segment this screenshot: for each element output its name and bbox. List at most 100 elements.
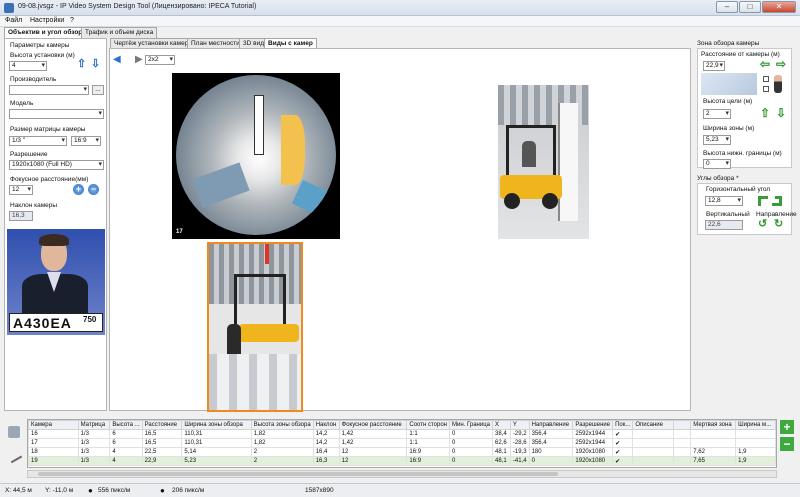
person-icon (774, 75, 782, 93)
table-cell: 7,62 (690, 447, 737, 457)
column-header[interactable]: Фокусное расстояние (338, 420, 408, 430)
table-cell: 38,4 (492, 429, 511, 439)
lower-bound-label: Высота нижн. границы (м) (703, 150, 782, 157)
maximize-button[interactable]: □ (739, 1, 761, 13)
table-cell (690, 429, 737, 439)
tab-traffic-disk[interactable]: Трафик и объем диска (81, 27, 158, 38)
forklift-camera-view-2[interactable] (207, 242, 303, 412)
angles-group: Горизонтальный угол 12,8 Вертикальный На… (697, 183, 797, 235)
target-height-label: Высота цели (м) (703, 98, 753, 105)
column-header[interactable] (673, 420, 692, 430)
layout-select[interactable]: 2x2 (145, 55, 175, 65)
rotate-left-icon[interactable]: ↺ (758, 218, 767, 230)
rotate-right-icon[interactable]: ↻ (774, 218, 783, 230)
column-header[interactable]: Высота зоны обзора (250, 420, 314, 430)
resolution-select[interactable]: 1920x1080 (Full HD) (9, 160, 104, 170)
column-header[interactable]: Мин. Граница (448, 420, 494, 430)
table-cell: -29,2 (509, 429, 530, 439)
table-cell: 16 (28, 429, 79, 439)
column-header[interactable]: Матрица (77, 420, 111, 430)
target-height-select[interactable]: 2 (703, 109, 731, 119)
arrow-down-icon[interactable]: ⇩ (91, 59, 100, 70)
vendor-select[interactable] (9, 85, 89, 95)
column-header[interactable]: Пок... (612, 420, 634, 430)
camera-params-title: Параметры камеры (10, 42, 70, 49)
table-cell: 62,6 (492, 438, 511, 448)
forklift-camera-view-1[interactable] (498, 85, 589, 239)
table-row[interactable]: 16 1/3 6 16,5 110,31 1,82 14,2 1,42 1:1 0 38,4 -29,… (28, 429, 776, 439)
zone-width-select[interactable]: 5,23 (703, 135, 731, 145)
aspect-select[interactable]: 16:9 (71, 136, 101, 146)
menu-bar: Файл Настройки ? (0, 16, 800, 27)
scrollbar-thumb[interactable] (38, 472, 558, 476)
arrow-left-icon[interactable]: ⇦ (760, 58, 770, 70)
wheel-shape-2 (542, 193, 558, 209)
arrow-up-icon[interactable]: ⇧ (77, 59, 86, 70)
blue-rack-shape-2 (291, 179, 331, 217)
status-bar: X: 44,5 м Y: -11,0 м ● 556 пикс/м ● 206 … (0, 483, 800, 497)
prev-arrow-icon[interactable]: ◀ (113, 54, 121, 65)
checkbox-1[interactable] (763, 76, 769, 82)
column-header[interactable]: Описание (632, 420, 675, 430)
arrow-up-icon[interactable]: ⇧ (760, 107, 770, 119)
license-plate: А430ЕА 750 (9, 313, 103, 332)
tab-lens-angle[interactable]: Объектив и угол обзора (4, 27, 90, 38)
column-header[interactable]: Ширина м... (735, 420, 776, 430)
table-cell (632, 429, 675, 439)
table-cell (673, 447, 692, 457)
table-cell: 180 (528, 447, 574, 457)
arrow-down-icon[interactable]: ⇩ (776, 107, 786, 119)
collapse-icon[interactable] (772, 196, 782, 206)
column-header[interactable]: X (492, 420, 511, 430)
column-header[interactable]: Ширина зоны обзора (181, 420, 252, 430)
table-cell: 1920x1080 (572, 447, 614, 457)
red-marker-shape (265, 244, 269, 264)
table-cell: ✔ (612, 438, 634, 448)
menu-help[interactable]: ? (70, 17, 74, 24)
pencil-icon[interactable] (5, 446, 23, 464)
sensor-select[interactable]: 1/3 " (9, 136, 67, 146)
column-header[interactable]: Наклон (312, 420, 340, 430)
column-header[interactable]: Мертвая зона (690, 420, 737, 430)
table-cell: 2 (250, 447, 314, 457)
table-row[interactable]: 18 1/3 4 22,5 5,14 2 16,4 12 16:9 0 48,1 -19,3 180 19… (28, 447, 776, 457)
zoom-in-icon[interactable]: + (73, 184, 84, 195)
close-button[interactable]: ✕ (762, 1, 796, 13)
arrow-right-icon[interactable]: ⇨ (776, 58, 786, 70)
add-camera-button[interactable]: + (780, 420, 794, 434)
distance-select[interactable]: 22,9 (703, 61, 725, 71)
menu-settings[interactable]: Настройки (30, 17, 64, 24)
zoom-out-icon[interactable]: − (88, 184, 99, 195)
table-row[interactable]: 19 1/3 4 22,9 5,23 2 16,3 12 16:9 0 48,1 -41,4 0 1920… (28, 456, 776, 466)
remove-camera-button[interactable]: − (780, 437, 794, 451)
model-select[interactable] (9, 109, 104, 119)
column-header[interactable]: Камера (28, 420, 79, 430)
column-header[interactable]: Y (509, 420, 530, 430)
camera-icon[interactable] (8, 426, 20, 438)
horizontal-angle-select[interactable]: 12,8 (705, 196, 743, 206)
focal-select[interactable]: 12 (9, 185, 33, 195)
expand-icon[interactable] (758, 196, 768, 206)
column-header[interactable]: Высота ... (109, 420, 143, 430)
table-cell: 22,5 (141, 447, 183, 457)
lower-bound-select[interactable]: 0 (703, 159, 731, 169)
column-header[interactable]: Разрешение (572, 420, 614, 430)
table-cell (673, 429, 692, 439)
table-row[interactable]: 17 1/3 6 16,5 110,31 1,82 14,2 1,42 1:1 0 62,6 -28,… (28, 438, 776, 448)
column-header[interactable]: Расстояние (141, 420, 183, 430)
status-y: Y: -11,0 м (45, 487, 74, 494)
column-header[interactable]: Соотн сторон (406, 420, 450, 430)
vendor-browse-button[interactable]: ... (92, 85, 104, 95)
checkbox-2[interactable] (763, 86, 769, 92)
menu-file[interactable]: Файл (5, 17, 22, 24)
next-arrow-icon[interactable]: ▶ (135, 54, 143, 65)
height-select[interactable]: 4 (9, 61, 47, 71)
fisheye-camera-view[interactable]: 17 (172, 73, 340, 239)
camera-views-panel: ◀ ▶ 2x2 17 (109, 48, 691, 412)
minimize-button[interactable]: – (716, 1, 738, 13)
hair-shape (39, 234, 69, 246)
column-header[interactable]: Направление (528, 420, 574, 430)
table-horizontal-scrollbar[interactable] (27, 470, 777, 478)
table-cell: 1:1 (406, 429, 450, 439)
table-cell (632, 447, 675, 457)
